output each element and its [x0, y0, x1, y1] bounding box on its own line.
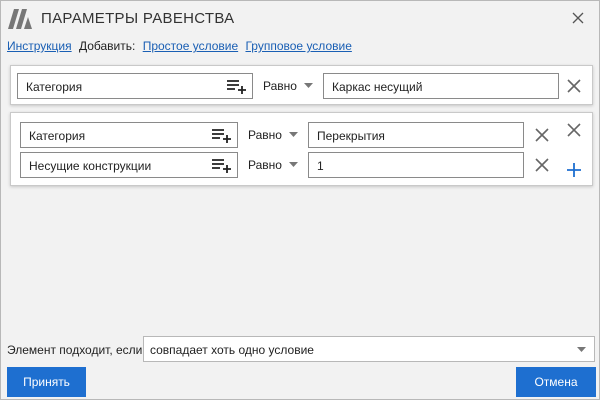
operator-value: Равно — [263, 79, 297, 93]
add-list-icon[interactable] — [212, 158, 232, 174]
link-bar: Инструкция Добавить: Простое условие Гру… — [7, 39, 356, 55]
chevron-down-icon[interactable] — [577, 347, 586, 353]
remove-condition-icon[interactable] — [566, 78, 582, 94]
add-list-icon[interactable] — [212, 128, 232, 144]
parameter-value: Несущие конструкции — [29, 159, 152, 173]
match-mode-value: совпадает хоть одно условие — [150, 343, 314, 357]
titlebar: ПАРАМЕТРЫ РАВЕНСТВА — [1, 1, 599, 37]
add-list-icon[interactable] — [227, 79, 247, 95]
operator-value: Равно — [248, 158, 282, 172]
dialog-window: ПАРАМЕТРЫ РАВЕНСТВА Инструкция Добавить:… — [0, 0, 600, 400]
add-simple-condition-link[interactable]: Простое условие — [143, 39, 238, 53]
group-condition-panel: Категория Равно Перекрытия Несущие конст… — [10, 112, 593, 186]
close-window-icon[interactable] — [569, 9, 587, 27]
group-parameter-field-1[interactable]: Категория — [20, 122, 238, 148]
parameter-value: Категория — [26, 80, 83, 94]
remove-row-icon[interactable] — [534, 127, 550, 143]
add-row-plus-icon[interactable] — [566, 162, 582, 178]
parameter-value: Категория — [29, 129, 86, 143]
app-logo-icon — [8, 9, 32, 29]
group-value-field-1[interactable]: Перекрытия — [308, 122, 524, 148]
match-mode-select[interactable]: совпадает хоть одно условие — [143, 336, 595, 362]
chevron-down-icon[interactable] — [304, 83, 313, 89]
instruction-link[interactable]: Инструкция — [7, 39, 72, 53]
chevron-down-icon[interactable] — [289, 132, 298, 138]
operator-value: Равно — [248, 128, 282, 142]
group-parameter-field-2[interactable]: Несущие конструкции — [20, 152, 238, 178]
window-title: ПАРАМЕТРЫ РАВЕНСТВА — [41, 10, 235, 27]
match-label: Элемент подходит, если — [7, 343, 143, 357]
chevron-down-icon[interactable] — [289, 162, 298, 168]
value-text: Перекрытия — [317, 129, 385, 143]
add-group-condition-link[interactable]: Групповое условие — [245, 39, 351, 53]
add-label: Добавить: — [78, 39, 136, 53]
value-text: Каркас несущий — [332, 80, 423, 94]
simple-condition-panel: Категория Равно Каркас несущий — [10, 65, 593, 105]
remove-group-icon[interactable] — [566, 122, 582, 138]
accept-button[interactable]: Принять — [7, 367, 86, 397]
parameter-field[interactable]: Категория — [17, 73, 253, 99]
operator-select[interactable]: Равно — [263, 73, 313, 99]
value-field[interactable]: Каркас несущий — [323, 73, 559, 99]
group-operator-select-2[interactable]: Равно — [248, 152, 298, 178]
group-operator-select-1[interactable]: Равно — [248, 122, 298, 148]
remove-row-icon[interactable] — [534, 157, 550, 173]
cancel-button[interactable]: Отмена — [516, 367, 596, 397]
value-text: 1 — [317, 159, 324, 173]
group-value-field-2[interactable]: 1 — [308, 152, 524, 178]
